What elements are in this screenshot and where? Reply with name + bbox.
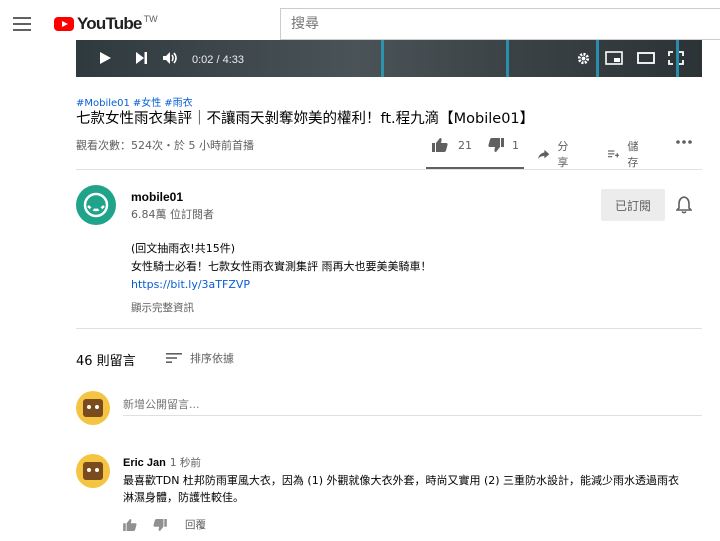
- comment-dislike-icon[interactable]: [153, 518, 167, 531]
- comment-like-icon[interactable]: [123, 518, 137, 531]
- video-title: 七款女性雨衣集評｜不讓雨天剝奪妳美的權利！ft.程九滴【Mobile01】: [76, 111, 535, 127]
- thumbs-up-icon: [432, 138, 448, 152]
- subscriber-count: 6.84萬 位訂閱者: [131, 208, 214, 221]
- user-avatar[interactable]: [76, 391, 110, 425]
- comment-time[interactable]: 1 秒前: [170, 457, 201, 469]
- divider: [76, 169, 702, 170]
- like-button[interactable]: 21: [432, 138, 472, 152]
- save-button[interactable]: 儲存: [608, 138, 643, 170]
- notification-bell-icon[interactable]: [676, 196, 692, 214]
- play-icon[interactable]: [98, 51, 112, 65]
- sort-label: 排序依據: [190, 352, 234, 365]
- save-label: 儲存: [627, 140, 639, 169]
- description-link[interactable]: https://bit.ly/3aTFZVP: [131, 276, 432, 294]
- share-label: 分享: [557, 140, 569, 169]
- dislike-count: 1: [512, 138, 519, 152]
- dislike-button[interactable]: 1: [488, 138, 519, 152]
- fullscreen-icon[interactable]: [668, 51, 684, 65]
- more-actions-button[interactable]: [676, 140, 692, 144]
- comment-text: 最喜歡TDN 杜邦防雨軍風大衣，因為 (1) 外觀就像大衣外套，時尚又實用 (2…: [123, 474, 680, 504]
- share-icon: [538, 149, 550, 159]
- channel-avatar[interactable]: [76, 185, 116, 225]
- logo-region: TW: [143, 14, 158, 24]
- more-horizontal-icon: [676, 140, 692, 144]
- logo-text: YouTube: [77, 14, 142, 33]
- view-count: 觀看次數：524次・於 5 小時前首播: [76, 139, 254, 152]
- menu-icon[interactable]: [10, 12, 34, 36]
- comment-author[interactable]: Eric Jan: [123, 457, 166, 469]
- subscribed-button[interactable]: 已訂閱: [601, 189, 665, 221]
- sort-icon: [166, 353, 182, 363]
- share-button[interactable]: 分享: [538, 138, 573, 170]
- description-line: (回文抽雨衣!共15件): [131, 242, 235, 255]
- video-player[interactable]: 0:02 / 4:33: [76, 40, 702, 77]
- search-input[interactable]: [280, 8, 720, 40]
- time-display: 0:02 / 4:33: [192, 54, 244, 66]
- commenter-avatar[interactable]: [76, 454, 110, 488]
- video-description: (回文抽雨衣!共15件) 女性騎士必看！七款女性雨衣實測集評 雨再大也要美美騎車…: [131, 240, 432, 294]
- comment-author-row: Eric Jan 1 秒前: [123, 455, 201, 470]
- volume-icon[interactable]: [162, 51, 180, 65]
- next-icon[interactable]: [134, 51, 148, 65]
- settings-gear-icon[interactable]: [576, 51, 591, 66]
- comment-count: 46 則留言: [76, 354, 136, 369]
- add-comment-input[interactable]: [123, 394, 702, 416]
- comment-actions: 回覆: [123, 517, 206, 532]
- sort-button[interactable]: 排序依據: [166, 350, 234, 366]
- like-count: 21: [458, 138, 472, 152]
- theater-mode-icon[interactable]: [637, 51, 655, 65]
- miniplayer-icon[interactable]: [605, 51, 623, 65]
- playlist-add-icon: [608, 150, 620, 158]
- description-line: 女性騎士必看！七款女性雨衣實測集評 雨再大也要美美騎車！: [131, 260, 432, 273]
- divider: [76, 328, 702, 329]
- show-more-button[interactable]: 顯示完整資訊: [131, 300, 194, 315]
- reply-button[interactable]: 回覆: [185, 517, 206, 532]
- youtube-logo[interactable]: YouTube TW: [54, 14, 158, 34]
- youtube-logo-icon: [54, 17, 74, 31]
- thumbs-down-icon: [488, 138, 504, 152]
- mobile01-logo-icon: [83, 192, 109, 218]
- channel-name[interactable]: mobile01: [131, 190, 183, 204]
